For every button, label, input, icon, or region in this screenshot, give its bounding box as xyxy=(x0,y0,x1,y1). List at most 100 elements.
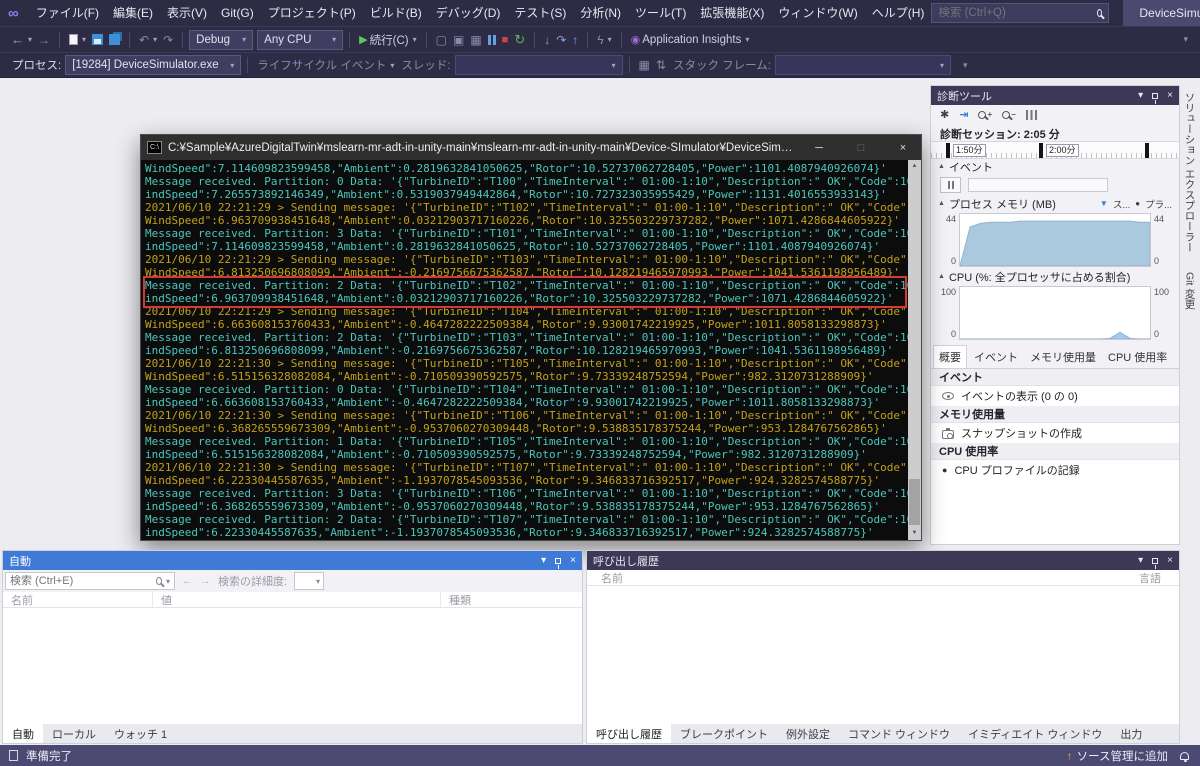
minimize-icon[interactable]: ─ xyxy=(801,135,837,160)
autos-search-input[interactable] xyxy=(10,575,152,587)
quick-search-box[interactable] xyxy=(931,3,1110,23)
menu-item[interactable]: デバッグ(D) xyxy=(429,0,508,26)
call-stack-header[interactable]: 呼び出し履歴 ▾ × xyxy=(587,551,1179,570)
close-icon[interactable]: × xyxy=(1167,90,1173,101)
filter-icon[interactable]: ▼ xyxy=(1100,199,1108,208)
step-out-button[interactable]: ↑ xyxy=(569,29,581,51)
show-events-link[interactable]: イベントの表示 (0 の 0) xyxy=(931,386,1179,406)
step-into-button[interactable]: ↓ xyxy=(541,29,553,51)
autos-header[interactable]: 自動 ▾ × xyxy=(3,551,582,570)
column-name[interactable]: 名前 xyxy=(3,592,153,607)
zoom-in-icon[interactable]: + xyxy=(978,110,992,119)
scroll-up-icon[interactable]: ▲ xyxy=(908,160,921,173)
menu-item[interactable]: ウィンドウ(W) xyxy=(771,0,864,26)
tab-breakpoints[interactable]: ブレークポイント xyxy=(671,724,777,743)
menu-item[interactable]: Git(G) xyxy=(214,0,261,26)
console-scrollbar[interactable]: ▲ ▼ xyxy=(908,160,921,540)
menu-item[interactable]: ビルド(B) xyxy=(363,0,429,26)
close-icon[interactable]: × xyxy=(570,555,576,566)
menu-item[interactable]: 編集(E) xyxy=(106,0,160,26)
tab-watch1[interactable]: ウォッチ 1 xyxy=(105,724,176,743)
record-cpu-profile-link[interactable]: ● CPU プロファイルの記録 xyxy=(931,460,1179,480)
autos-search-box[interactable]: ▾ xyxy=(5,572,175,590)
column-language[interactable]: 言語 xyxy=(1131,570,1179,585)
window-position-icon[interactable]: ▾ xyxy=(1138,90,1143,101)
pin-icon[interactable] xyxy=(1152,92,1159,104)
memory-section-header[interactable]: ▲ プロセス メモリ (MB) ▼ ス... ● プラ... xyxy=(931,196,1179,211)
window-position-icon[interactable]: ▾ xyxy=(1138,555,1143,566)
search-next-icon[interactable]: → xyxy=(200,575,211,587)
stop-debugging-button[interactable]: ■ xyxy=(499,29,512,51)
tab-locals[interactable]: ローカル xyxy=(43,724,105,743)
search-prev-icon[interactable]: ← xyxy=(182,575,193,587)
take-snapshot-link[interactable]: スナップショットの作成 xyxy=(931,423,1179,443)
add-to-source-control-button[interactable]: ↑ ソース管理に追加 xyxy=(1067,748,1168,764)
settings-gear-icon[interactable]: ✱ xyxy=(940,108,949,121)
tab-output[interactable]: 出力 xyxy=(1111,724,1151,743)
pause-button[interactable] xyxy=(485,29,499,51)
menu-item[interactable]: 分析(N) xyxy=(573,0,628,26)
menu-item[interactable]: プロジェクト(P) xyxy=(261,0,363,26)
navigate-forward-button[interactable]: → xyxy=(35,29,53,51)
toggle-flagged-icon[interactable]: ⇅ xyxy=(653,54,669,76)
menu-item[interactable]: ファイル(F) xyxy=(29,0,106,26)
column-value[interactable]: 値 xyxy=(153,592,441,607)
menu-item[interactable]: ヘルプ(H) xyxy=(865,0,932,26)
menu-item[interactable]: 表示(V) xyxy=(160,0,214,26)
break-all-button[interactable]: ▢ xyxy=(433,29,450,51)
pin-icon[interactable] xyxy=(555,557,562,569)
browser-link-button[interactable]: ▦ xyxy=(467,29,484,51)
tab-immediate-window[interactable]: イミディエイト ウィンドウ xyxy=(959,724,1111,743)
menu-item[interactable]: ツール(T) xyxy=(628,0,693,26)
tab-events[interactable]: イベント xyxy=(969,346,1023,368)
undo-button[interactable]: ↶ ▾ xyxy=(136,29,160,51)
tab-summary[interactable]: 概要 xyxy=(933,345,967,368)
solution-platform-dropdown[interactable]: Any CPU ▾ xyxy=(257,29,344,50)
tab-autos[interactable]: 自動 xyxy=(3,724,43,743)
scrollbar-thumb[interactable] xyxy=(909,479,920,525)
toolbar-overflow-icon[interactable]: ▾ xyxy=(1179,34,1192,45)
new-file-button[interactable]: ▾ xyxy=(66,29,89,51)
thread-dropdown[interactable]: ▾ xyxy=(454,55,623,75)
search-depth-dropdown[interactable]: ▾ xyxy=(294,572,325,590)
menu-item[interactable]: 拡張機能(X) xyxy=(693,0,771,26)
lifecycle-events-button[interactable]: ライフサイクル イベント ▾ xyxy=(254,54,397,76)
redo-button[interactable]: ↷ xyxy=(160,29,176,51)
timeline-ruler[interactable]: 1:50分 2:00分 xyxy=(931,141,1179,159)
chevron-down-icon[interactable]: ▾ xyxy=(166,577,170,586)
save-button[interactable] xyxy=(89,29,106,51)
pin-icon[interactable] xyxy=(1152,557,1159,569)
menu-item[interactable]: テスト(S) xyxy=(507,0,573,26)
app-insights-button[interactable]: ◉ Application Insights ▾ xyxy=(628,29,753,51)
zoom-out-icon[interactable]: − xyxy=(1002,110,1016,119)
events-section-header[interactable]: ▲ イベント xyxy=(931,159,1179,174)
hot-reload-button[interactable]: ϟ ▾ xyxy=(594,29,614,51)
notifications-bell-icon[interactable] xyxy=(1180,751,1189,762)
navigate-back-button[interactable]: ← ▾ xyxy=(8,29,35,51)
close-icon[interactable]: × xyxy=(885,135,921,160)
tab-call-stack[interactable]: 呼び出し履歴 xyxy=(587,724,671,743)
tab-exception-settings[interactable]: 例外設定 xyxy=(777,724,839,743)
console-titlebar[interactable]: C:\ C:¥Sample¥AzureDigitalTwin¥mslearn-m… xyxy=(141,135,921,160)
autos-body[interactable] xyxy=(3,608,582,724)
cpu-section-header[interactable]: ▲ CPU (%: 全プロセッサに占める割合) xyxy=(931,269,1179,284)
solution-explorer-tab[interactable]: ソリューション エクスプローラー xyxy=(1183,92,1198,252)
continue-button[interactable]: ▶ 続行(C) ▾ xyxy=(356,29,419,51)
git-changes-tab[interactable]: Git 変更 xyxy=(1183,272,1198,309)
quick-search-input[interactable] xyxy=(938,7,1093,19)
toolbar-overflow-icon[interactable]: ▾ xyxy=(959,60,972,71)
maximize-icon[interactable]: □ xyxy=(843,135,879,160)
flag-threads-icon[interactable]: ▦ xyxy=(636,54,653,76)
chart-icon[interactable] xyxy=(1025,109,1037,120)
column-type[interactable]: 種類 xyxy=(441,592,582,607)
process-dropdown[interactable]: [19284] DeviceSimulator.exe ▾ xyxy=(65,55,242,75)
screenshot-button[interactable]: ▣ xyxy=(450,29,467,51)
tab-command-window[interactable]: コマンド ウィンドウ xyxy=(839,724,959,743)
pause-events-icon[interactable] xyxy=(940,177,961,193)
scroll-down-icon[interactable]: ▼ xyxy=(908,527,921,540)
column-name[interactable]: 名前 xyxy=(587,570,1131,585)
restart-button[interactable]: ↻ xyxy=(511,29,528,51)
tab-cpu-usage[interactable]: CPU 使用率 xyxy=(1103,346,1172,368)
diagnostic-tools-header[interactable]: 診断ツール ▾ × xyxy=(931,86,1179,105)
call-stack-body[interactable] xyxy=(587,586,1179,724)
